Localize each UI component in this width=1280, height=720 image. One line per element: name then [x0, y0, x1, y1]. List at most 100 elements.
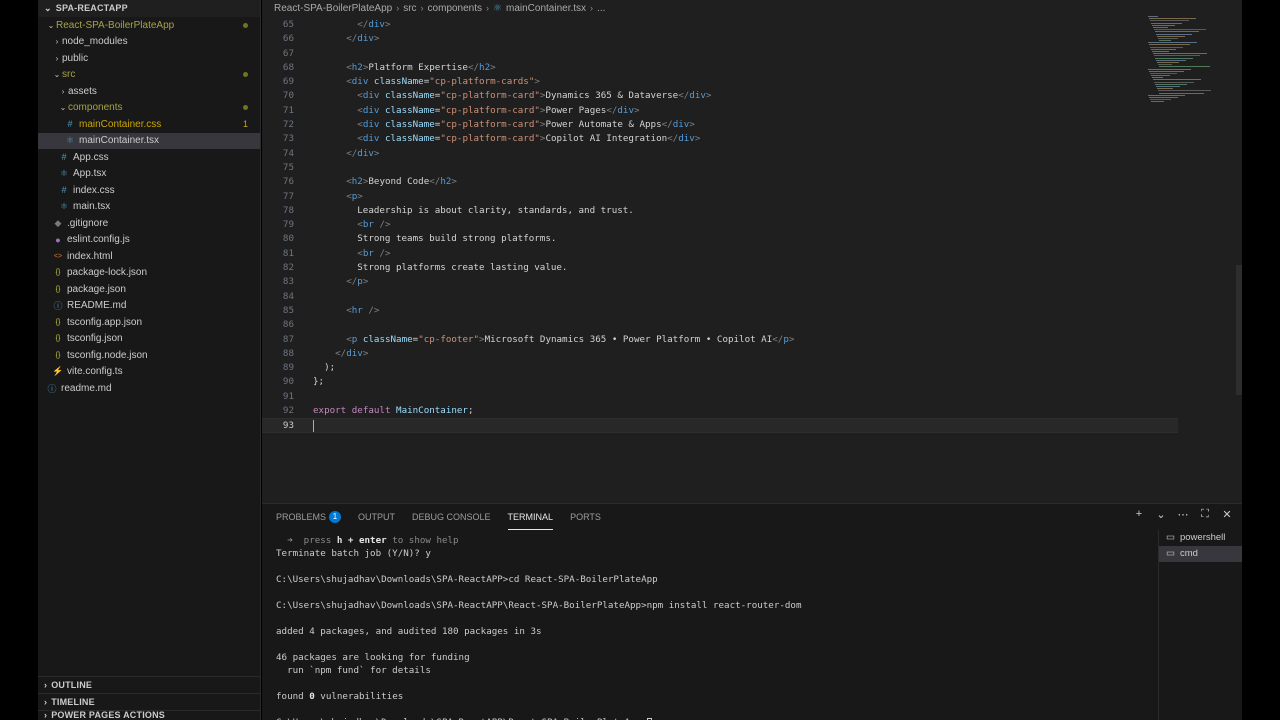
code-line[interactable]: 75: [262, 161, 1242, 175]
file-item[interactable]: {} tsconfig.app.json: [38, 314, 260, 331]
file-item[interactable]: {} tsconfig.node.json: [38, 347, 260, 364]
code-token: >: [373, 33, 380, 45]
tree-item-label: node_modules: [62, 36, 128, 48]
code-token: >: [490, 61, 496, 73]
close-icon[interactable]: ✕: [1220, 508, 1234, 521]
folder-item[interactable]: ⌄ src: [38, 67, 260, 84]
folder-item[interactable]: ⌄ components: [38, 100, 260, 117]
breadcrumb-item[interactable]: ...: [597, 0, 605, 17]
chevron-down-icon[interactable]: ⌄: [1154, 508, 1168, 521]
tree-item-label: index.html: [67, 250, 113, 262]
code-text: <hr />: [294, 304, 379, 318]
tab-problems[interactable]: PROBLEMS 1: [276, 504, 342, 530]
code-line[interactable]: 90};: [262, 375, 1242, 389]
code-line[interactable]: 92 export default MainContainer;: [262, 404, 1242, 418]
file-item[interactable]: ● eslint.config.js: [38, 232, 260, 249]
file-item[interactable]: ⚛ App.tsx: [38, 166, 260, 183]
code-line[interactable]: 78 Leadership is about clarity, standard…: [262, 204, 1242, 218]
code-line[interactable]: 93: [262, 418, 1178, 433]
terminal-text: run `npm fund` for details: [276, 665, 431, 676]
tab-ports[interactable]: PORTS: [570, 504, 601, 530]
folder-item[interactable]: › node_modules: [38, 34, 260, 51]
folder-item[interactable]: › public: [38, 50, 260, 67]
file-item[interactable]: ⓘ README.md: [38, 298, 260, 315]
code-line[interactable]: 83 </p>: [262, 275, 1242, 289]
explorer-sidebar: ⌄ SPA-REACTAPP ⌄ React-SPA-BoilerPlateApp…: [38, 0, 261, 720]
line-number: 71: [282, 104, 294, 116]
code-token: div: [346, 347, 363, 359]
file-item[interactable]: # App.css: [38, 149, 260, 166]
css-file-icon: #: [61, 185, 67, 196]
more-icon[interactable]: ⋯: [1176, 508, 1190, 521]
minimap-line: [1149, 96, 1178, 98]
tab-terminal[interactable]: TERMINAL: [507, 504, 554, 530]
code-line[interactable]: 73 <div className="cp-platform-card">Cop…: [262, 132, 1242, 146]
json-file-icon: {}: [55, 335, 61, 343]
code-line[interactable]: 81 <br />: [262, 247, 1242, 261]
code-line[interactable]: 74 </div>: [262, 147, 1242, 161]
json-file-icon: {}: [55, 269, 61, 277]
code-line[interactable]: 84: [262, 290, 1242, 304]
code-line[interactable]: 70 <div className="cp-platform-card">Dyn…: [262, 89, 1242, 103]
file-item[interactable]: ⚛ main.tsx: [38, 199, 260, 216]
code-line[interactable]: 80 Strong teams build strong platforms.: [262, 232, 1242, 246]
file-item[interactable]: ◆ .gitignore: [38, 215, 260, 232]
code-line[interactable]: 71 <div className="cp-platform-card">Pow…: [262, 104, 1242, 118]
breadcrumb-item[interactable]: mainContainer.tsx: [506, 0, 586, 17]
code-line[interactable]: 79 <br />: [262, 218, 1242, 232]
outline-section-header[interactable]: › OUTLINE: [38, 676, 260, 693]
code-line[interactable]: 85 <hr />: [262, 304, 1242, 318]
breadcrumb-item[interactable]: src: [403, 0, 416, 17]
folder-item[interactable]: ⌄ React-SPA-BoilerPlateApp: [38, 17, 260, 34]
code-line[interactable]: 76 <h2>Beyond Code</h2>: [262, 175, 1242, 189]
timeline-section-header[interactable]: › TIMELINE: [38, 693, 260, 710]
file-item[interactable]: <> index.html: [38, 248, 260, 265]
code-line[interactable]: 65 </div>: [262, 18, 1242, 32]
file-item[interactable]: # index.css: [38, 182, 260, 199]
code-line[interactable]: 87 <p className="cp-footer">Microsoft Dy…: [262, 333, 1242, 347]
code-line[interactable]: 89 );: [262, 361, 1242, 375]
tab-debug-console[interactable]: DEBUG CONSOLE: [412, 504, 491, 530]
explorer-root-header[interactable]: ⌄ SPA-REACTAPP: [38, 0, 260, 17]
code-line[interactable]: 88 </div>: [262, 347, 1242, 361]
file-item[interactable]: ⓘ readme.md: [38, 380, 260, 397]
terminal-output[interactable]: ➜ press h + enter to show help Terminate …: [276, 534, 1146, 720]
terminal-instance-cmd[interactable]: ▭ cmd: [1159, 546, 1242, 562]
code-line[interactable]: 69 <div className="cp-platform-cards">: [262, 75, 1242, 89]
minimap-line: [1156, 59, 1186, 61]
code-line[interactable]: 91: [262, 390, 1242, 404]
code-line[interactable]: 72 <div className="cp-platform-card">Pow…: [262, 118, 1242, 132]
code-text: <div className="cp-platform-card">Power …: [294, 118, 695, 132]
terminal-instance-powershell[interactable]: ▭ powershell: [1159, 530, 1242, 546]
minimap-line: [1159, 92, 1204, 94]
code-line[interactable]: 66 </div>: [262, 32, 1242, 46]
code-area[interactable]: 65 </div> 66 </div> 67 68 <h2>Platform Expe…: [262, 18, 1242, 433]
code-token: Power Pages: [545, 104, 607, 116]
code-token: Beyond Code: [368, 176, 430, 188]
file-item[interactable]: # mainContainer.css 1: [38, 116, 260, 133]
code-line[interactable]: 82 Strong platforms create lasting value…: [262, 261, 1242, 275]
file-item[interactable]: {} package.json: [38, 281, 260, 298]
code-text: <p>: [294, 190, 363, 204]
code-line[interactable]: 67: [262, 47, 1242, 61]
line-number: 70: [282, 90, 294, 102]
minimap[interactable]: [1148, 16, 1211, 116]
code-line[interactable]: 86: [262, 318, 1242, 332]
file-item[interactable]: {} tsconfig.json: [38, 331, 260, 348]
tab-output[interactable]: OUTPUT: [358, 504, 395, 530]
maximize-icon[interactable]: ⛶: [1198, 508, 1212, 521]
breadcrumb-item[interactable]: components: [428, 0, 482, 17]
code-line[interactable]: 68 <h2>Platform Expertise</h2>: [262, 61, 1242, 75]
power-pages-section-header[interactable]: › POWER PAGES ACTIONS: [38, 710, 260, 720]
code-line[interactable]: 77 <p>: [262, 190, 1242, 204]
file-item[interactable]: ⚛ mainContainer.tsx: [38, 132, 260, 149]
file-item[interactable]: ⚡ vite.config.ts: [38, 364, 260, 381]
code-editor[interactable]: React-SPA-BoilerPlateApp › src › components ›…: [262, 0, 1242, 503]
breadcrumb-item[interactable]: React-SPA-BoilerPlateApp: [274, 0, 392, 17]
code-text: };: [294, 375, 324, 389]
plus-icon[interactable]: +: [1132, 508, 1146, 521]
folder-item[interactable]: › assets: [38, 83, 260, 100]
tree-item-label: mainContainer.tsx: [79, 135, 160, 147]
file-item[interactable]: {} package-lock.json: [38, 265, 260, 282]
